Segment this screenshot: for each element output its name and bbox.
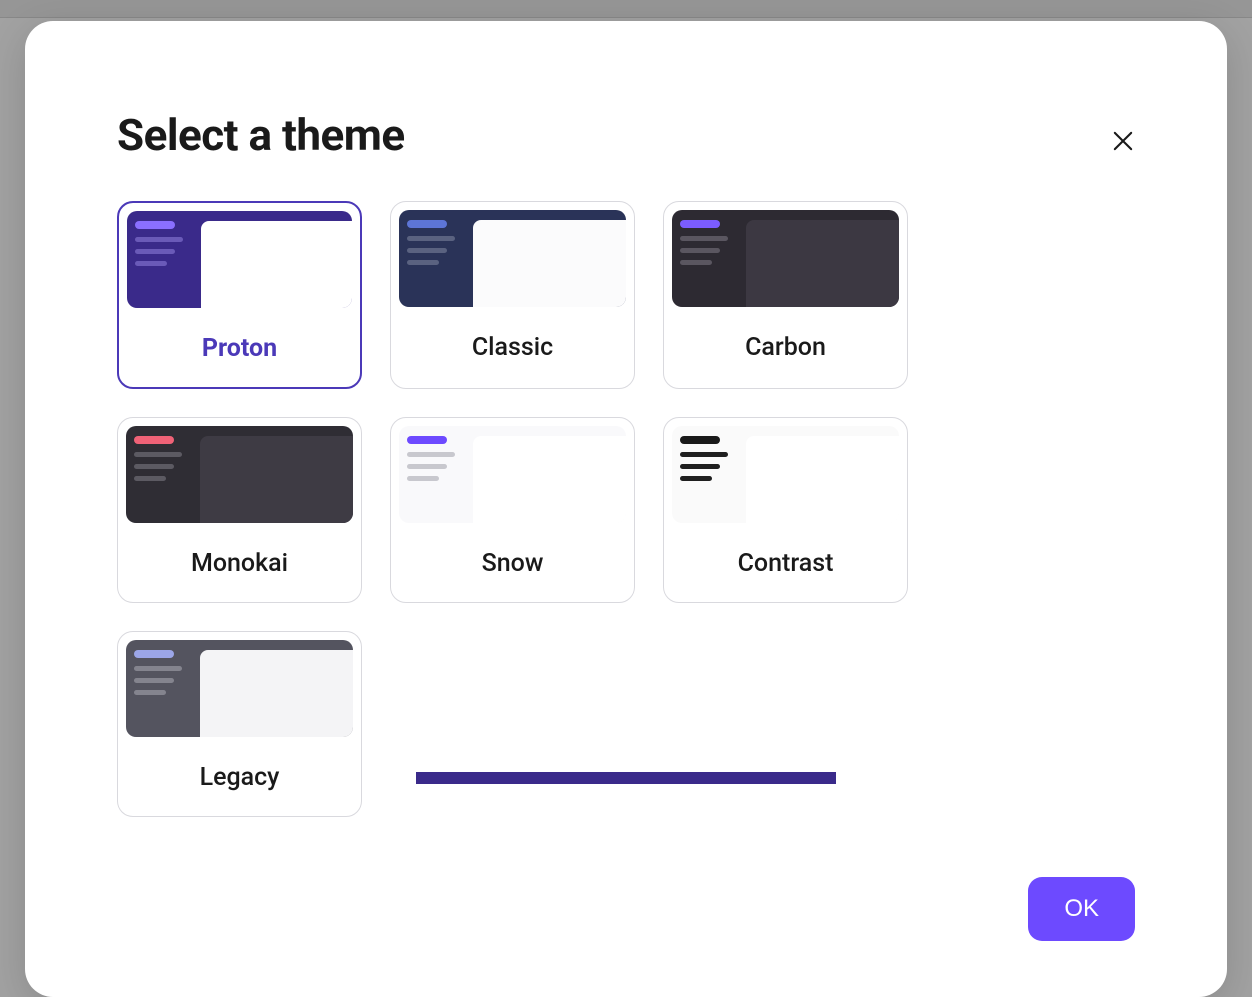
theme-grid: Proton Classic Carbon Monokai Snow Contrast Le…: [117, 201, 1135, 817]
preview-line: [134, 464, 174, 469]
preview-content: [201, 221, 352, 308]
preview-line: [135, 261, 167, 266]
preview-line: [407, 248, 447, 253]
preview-content: [200, 650, 353, 737]
preview-line: [680, 260, 712, 265]
preview-line: [135, 237, 183, 242]
close-button[interactable]: [1103, 121, 1143, 161]
preview-accent: [134, 436, 174, 444]
preview-accent: [680, 220, 720, 228]
theme-label: Contrast: [664, 523, 907, 602]
theme-card-monokai[interactable]: Monokai: [117, 417, 362, 603]
preview-sidebar: [399, 210, 473, 307]
theme-preview: [399, 426, 626, 523]
preview-accent: [134, 650, 174, 658]
preview-content: [473, 220, 626, 307]
theme-card-carbon[interactable]: Carbon: [663, 201, 908, 389]
preview-line: [407, 464, 447, 469]
theme-preview: [672, 426, 899, 523]
preview-line: [134, 666, 182, 671]
preview-accent: [407, 436, 447, 444]
theme-card-legacy[interactable]: Legacy: [117, 631, 362, 817]
close-icon: [1109, 127, 1137, 155]
preview-sidebar: [672, 426, 746, 523]
preview-line: [407, 452, 455, 457]
modal-title: Select a theme: [117, 109, 1135, 161]
preview-content: [746, 436, 899, 523]
ok-button[interactable]: OK: [1028, 877, 1135, 941]
preview-line: [407, 260, 439, 265]
preview-line: [407, 236, 455, 241]
theme-preview: [672, 210, 899, 307]
preview-line: [680, 476, 712, 481]
theme-preview: [399, 210, 626, 307]
preview-line: [680, 452, 728, 457]
preview-accent: [407, 220, 447, 228]
theme-label: Monokai: [118, 523, 361, 602]
preview-accent: [135, 221, 175, 229]
theme-card-contrast[interactable]: Contrast: [663, 417, 908, 603]
background-strip: [416, 772, 836, 784]
theme-preview: [126, 426, 353, 523]
preview-content: [200, 436, 353, 523]
preview-sidebar: [672, 210, 746, 307]
preview-content: [473, 436, 626, 523]
preview-sidebar: [399, 426, 473, 523]
preview-content: [746, 220, 899, 307]
theme-card-classic[interactable]: Classic: [390, 201, 635, 389]
preview-line: [680, 248, 720, 253]
theme-card-proton[interactable]: Proton: [117, 201, 362, 389]
theme-label: Proton: [119, 308, 360, 387]
preview-line: [134, 452, 182, 457]
theme-card-snow[interactable]: Snow: [390, 417, 635, 603]
theme-label: Carbon: [664, 307, 907, 386]
background-overlay-top: [0, 0, 1252, 18]
preview-line: [135, 249, 175, 254]
modal-footer: OK: [117, 877, 1135, 941]
theme-preview: [127, 211, 352, 308]
preview-accent: [680, 436, 720, 444]
preview-line: [407, 476, 439, 481]
theme-modal: Select a theme Proton Classic Carbon Monoka…: [25, 21, 1227, 997]
preview-sidebar: [127, 211, 201, 308]
theme-label: Legacy: [118, 737, 361, 816]
preview-sidebar: [126, 426, 200, 523]
preview-line: [680, 236, 728, 241]
preview-line: [134, 678, 174, 683]
theme-label: Classic: [391, 307, 634, 386]
preview-line: [134, 476, 166, 481]
theme-label: Snow: [391, 523, 634, 602]
preview-line: [134, 690, 166, 695]
theme-preview: [126, 640, 353, 737]
preview-sidebar: [126, 640, 200, 737]
preview-line: [680, 464, 720, 469]
